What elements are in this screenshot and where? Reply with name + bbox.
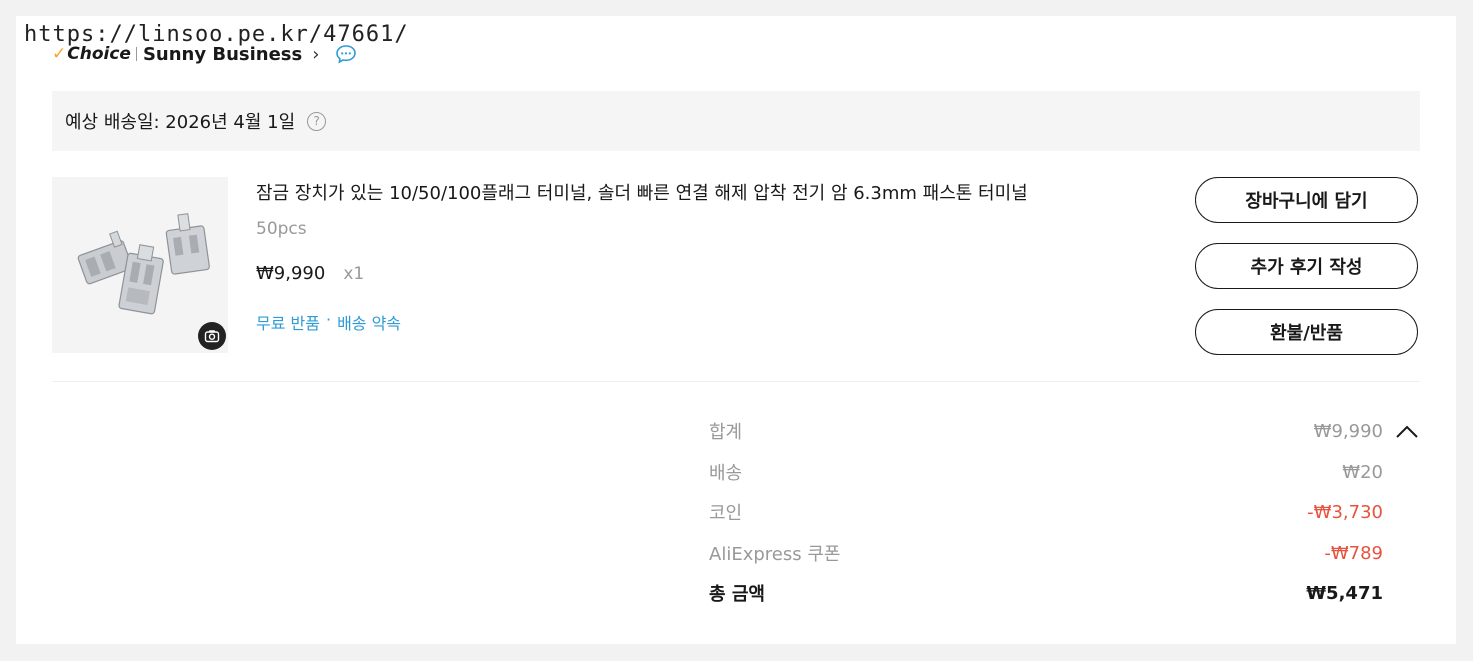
shipping-value: ₩20 [1342, 461, 1383, 483]
delivery-estimate-bar: 예상 배송일: 2026년 4월 1일 ? [52, 91, 1420, 151]
camera-icon[interactable] [198, 322, 226, 350]
free-return-tag[interactable]: 무료 반품 [256, 310, 320, 334]
summary-coupon-row: AliExpress 쿠폰 -₩789 [709, 540, 1383, 566]
delivery-estimate-text: 예상 배송일: 2026년 4월 1일 [65, 112, 296, 133]
url-watermark: https://linsoo.pe.kr/47661/ [24, 22, 409, 47]
product-variant: 50pcs [256, 219, 307, 239]
coupon-value: -₩789 [1324, 542, 1383, 564]
product-price-row: ₩9,990 x1 [256, 263, 364, 284]
add-to-cart-button[interactable]: 장바구니에 담기 [1195, 177, 1418, 223]
shipping-label: 배송 [709, 463, 743, 484]
subtotal-value: ₩9,990 [1313, 420, 1383, 442]
refund-return-button[interactable]: 환불/반품 [1195, 309, 1418, 355]
coupon-label: AliExpress 쿠폰 [709, 544, 841, 565]
summary-total-row: 총 금액 ₩5,471 [709, 580, 1383, 606]
summary-shipping-row: 배송 ₩20 [709, 459, 1383, 485]
help-icon[interactable]: ? [307, 111, 327, 131]
summary-coins-row: 코인 -₩3,730 [709, 499, 1383, 525]
product-title-link[interactable]: 잠금 장치가 있는 10/50/100플래그 터미널, 솔더 빠른 연결 해제 … [256, 179, 1028, 205]
store-divider [135, 47, 137, 61]
tag-separator: · [325, 310, 332, 329]
summary-subtotal-row: 합계 ₩9,990 [709, 418, 1383, 444]
total-value: ₩5,471 [1306, 582, 1383, 604]
product-service-tags: 무료 반품 · 배송 약속 [256, 310, 401, 334]
check-icon: ✓ [52, 44, 67, 64]
subtotal-label: 합계 [709, 422, 743, 443]
product-image[interactable] [52, 177, 228, 353]
product-quantity: x1 [343, 264, 365, 284]
product-price: ₩9,990 [256, 263, 326, 284]
coins-value: -₩3,730 [1307, 501, 1383, 523]
write-review-button[interactable]: 추가 후기 작성 [1195, 243, 1418, 289]
choice-badge-label: Choice [67, 44, 131, 64]
choice-badge: ✓ Choice [52, 44, 131, 64]
delivery-promise-tag[interactable]: 배송 약속 [337, 310, 401, 334]
coins-label: 코인 [709, 503, 743, 524]
section-divider [52, 381, 1420, 382]
total-label: 총 금액 [709, 584, 765, 605]
chevron-up-icon[interactable] [1395, 422, 1419, 442]
